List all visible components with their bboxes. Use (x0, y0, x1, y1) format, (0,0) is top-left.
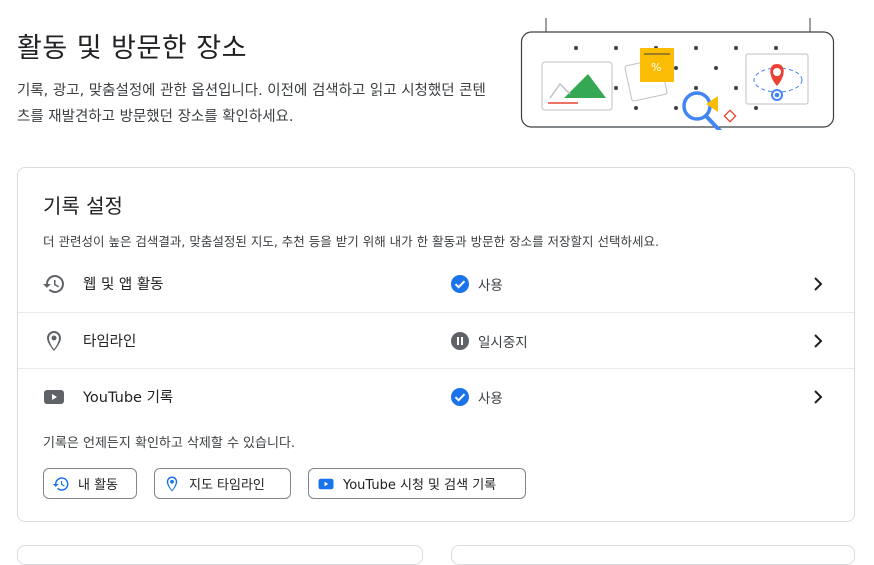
svg-text:%: % (651, 61, 661, 74)
chip-label: 내 활동 (78, 478, 119, 493)
location-pin-icon (47, 331, 61, 351)
status-on: 사용 (450, 272, 503, 296)
my-activity-button[interactable]: 내 활동 (43, 468, 137, 499)
history-icon (43, 275, 64, 293)
maps-timeline-button[interactable]: 지도 타임라인 (154, 468, 291, 499)
history-settings-subtitle: 더 관련성이 높은 검색결과, 맞춤설정된 지도, 추천 등을 받기 위해 내가… (43, 234, 659, 249)
youtube-icon (44, 390, 64, 404)
row-label: 타임라인 (83, 334, 137, 350)
history-settings-title: 기록 설정 (43, 194, 123, 218)
location-pin-icon (166, 476, 178, 491)
youtube-history-button[interactable]: YouTube 시청 및 검색 기록 (308, 468, 526, 499)
history-settings-card: 기록 설정 더 관련성이 높은 검색결과, 맞춤설정된 지도, 추천 등을 받기… (17, 167, 855, 522)
status-text: 사용 (478, 278, 503, 294)
row-label: 웹 및 앱 활동 (83, 277, 164, 293)
pause-circle-icon (451, 332, 469, 350)
check-circle-icon (451, 275, 469, 293)
chip-label: 지도 타임라인 (189, 478, 265, 493)
status-text: 사용 (478, 391, 503, 407)
row-youtube-history[interactable]: YouTube 기록 사용 (18, 368, 854, 425)
history-footnote: 기록은 언제든지 확인하고 삭제할 수 있습니다. (43, 436, 296, 451)
row-label: YouTube 기록 (83, 390, 174, 406)
chip-label: YouTube 시청 및 검색 기록 (343, 478, 497, 493)
chevron-right-icon[interactable] (806, 385, 830, 409)
page-description: 기록, 광고, 맞춤설정에 관한 옵션입니다. 이전에 검색하고 읽고 시청했던… (17, 83, 486, 125)
hero-illustration: % (520, 18, 835, 130)
status-paused: 일시중지 (450, 329, 528, 353)
next-card-right (451, 545, 855, 565)
next-card-left (17, 545, 423, 565)
status-on: 사용 (450, 385, 503, 409)
status-text: 일시중지 (478, 335, 528, 351)
check-circle-icon (451, 388, 469, 406)
chevron-right-icon[interactable] (806, 272, 830, 296)
page-title: 활동 및 방문한 장소 (17, 33, 247, 64)
youtube-icon (318, 478, 334, 489)
row-web-app-activity[interactable]: 웹 및 앱 활동 사용 (18, 256, 854, 312)
row-timeline[interactable]: 타임라인 일시중지 (18, 312, 854, 369)
chevron-right-icon[interactable] (806, 329, 830, 353)
history-icon (52, 476, 69, 491)
